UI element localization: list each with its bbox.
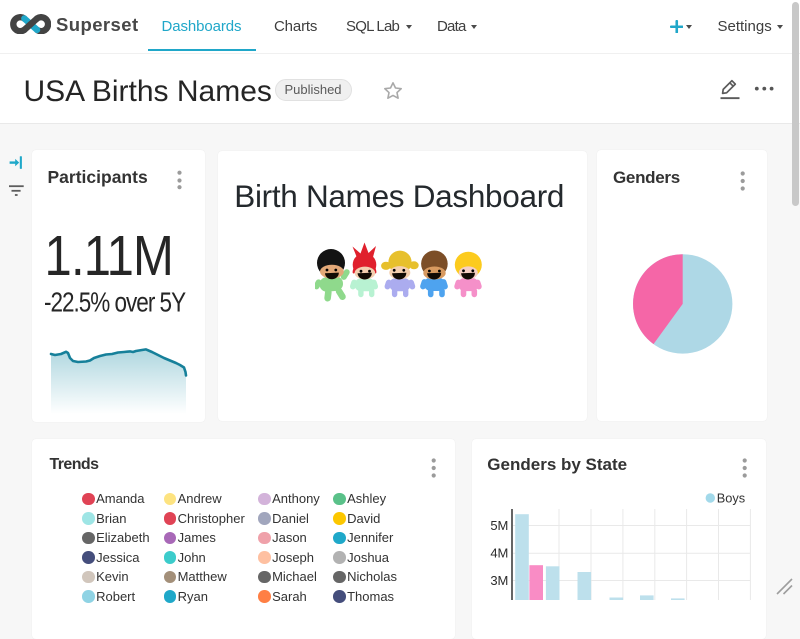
svg-text:4M: 4M [490,546,508,561]
svg-text:3M: 3M [490,573,508,588]
svg-text:Boys: Boys [717,491,745,506]
svg-text:5M: 5M [490,518,508,533]
